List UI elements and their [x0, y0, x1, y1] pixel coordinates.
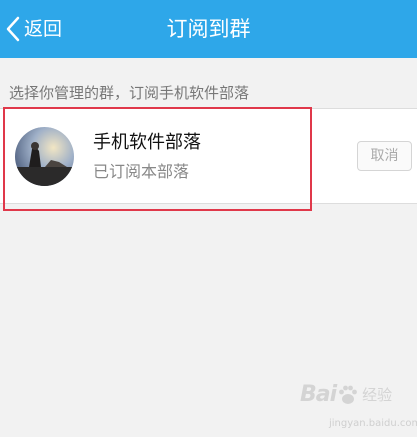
section-hint: 选择你管理的群，订阅手机软件部落: [9, 84, 250, 102]
paw-icon: [339, 385, 358, 404]
title-bar: 返回 订阅到群: [0, 0, 417, 58]
back-button[interactable]: 返回: [6, 14, 62, 44]
page-title: 订阅到群: [166, 17, 251, 41]
watermark-url: jingyan.baidu.com: [329, 418, 417, 429]
group-list-item[interactable]: 手机软件部落 已订阅本部落 取消: [0, 108, 417, 204]
group-name: 手机软件部落: [93, 132, 201, 153]
watermark-text: 经验: [362, 386, 393, 404]
back-label: 返回: [24, 18, 63, 40]
subscription-status: 已订阅本部落: [93, 162, 190, 181]
cancel-subscription-button[interactable]: 取消: [357, 141, 412, 171]
group-avatar-icon: [15, 127, 74, 186]
baidu-watermark: Bai 经验: [300, 382, 392, 407]
watermark-logo: Bai: [300, 382, 337, 407]
chevron-left-icon: [6, 16, 20, 42]
